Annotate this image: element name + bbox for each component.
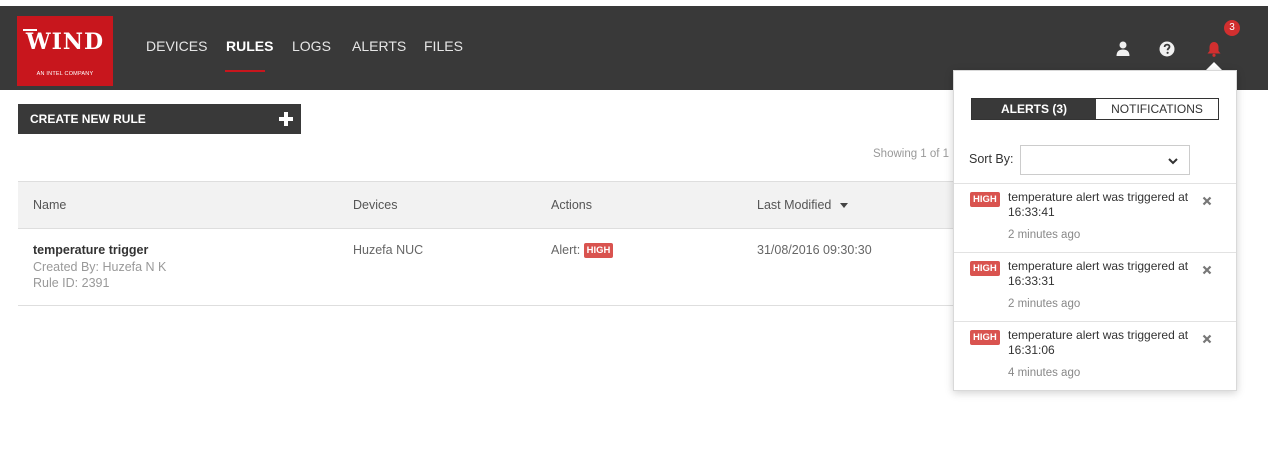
severity-badge: HIGH [970, 330, 1000, 345]
alerts-popover: ALERTS (3) NOTIFICATIONS Sort By: HIGH t… [953, 70, 1237, 391]
rule-id: Rule ID: 2391 [33, 276, 110, 290]
logo-subtitle: AN INTEL COMPANY [36, 71, 94, 77]
nav-logs[interactable]: LOGS [292, 38, 331, 54]
alert-message: temperature alert was triggered at 16:33… [1008, 259, 1189, 288]
wind-logo[interactable]: WIND AN INTEL COMPANY [17, 16, 113, 86]
nav-alerts[interactable]: ALERTS [352, 38, 406, 54]
close-icon[interactable] [1202, 196, 1212, 206]
severity-badge: HIGH [583, 243, 614, 259]
close-icon[interactable] [1202, 265, 1212, 275]
nav-rules[interactable]: RULES [225, 38, 274, 72]
sort-desc-icon[interactable] [840, 203, 849, 209]
column-header-devices[interactable]: Devices [353, 198, 397, 212]
alert-time: 2 minutes ago [1008, 229, 1081, 241]
popover-tabs: ALERTS (3) NOTIFICATIONS [971, 98, 1219, 120]
plus-icon [279, 112, 293, 126]
alert-item[interactable]: HIGH temperature alert was triggered at … [954, 183, 1236, 252]
rule-action-label: Alert: [551, 243, 581, 257]
column-header-name[interactable]: Name [33, 198, 66, 212]
close-icon[interactable] [1202, 334, 1212, 344]
notification-count-badge: 3 [1224, 20, 1240, 36]
rule-last-modified: 31/08/2016 09:30:30 [757, 243, 872, 257]
rule-name[interactable]: temperature trigger [33, 243, 148, 257]
nav-files[interactable]: FILES [424, 38, 463, 54]
sort-by-select[interactable] [1020, 145, 1190, 175]
pagination-summary: Showing 1 of 1 [873, 148, 950, 160]
create-new-rule-button[interactable]: CREATE NEW RULE [18, 104, 301, 134]
bell-icon[interactable] [1205, 40, 1223, 58]
nav-devices[interactable]: DEVICES [146, 38, 207, 54]
alert-item[interactable]: HIGH temperature alert was triggered at … [954, 321, 1236, 390]
logo-wordmark: WIND [25, 29, 105, 55]
tab-alerts[interactable]: ALERTS (3) [972, 99, 1096, 119]
rule-created-by: Created By: Huzefa N K [33, 260, 167, 274]
column-header-actions[interactable]: Actions [551, 198, 592, 212]
table-row[interactable]: temperature trigger Created By: Huzefa N… [18, 229, 958, 306]
create-rule-label: CREATE NEW RULE [30, 112, 146, 126]
rule-action: Alert: HIGH [551, 243, 614, 259]
column-header-last-modified[interactable]: Last Modified [757, 198, 849, 212]
chevron-down-icon [1168, 158, 1178, 165]
severity-badge: HIGH [970, 192, 1000, 207]
sort-by-label: Sort By: [969, 152, 1014, 166]
rule-devices: Huzefa NUC [353, 243, 424, 257]
alert-message: temperature alert was triggered at 16:33… [1008, 190, 1189, 219]
help-icon[interactable] [1158, 40, 1176, 58]
severity-badge: HIGH [970, 261, 1000, 276]
last-modified-label: Last Modified [757, 198, 832, 212]
alert-time: 4 minutes ago [1008, 367, 1081, 379]
user-icon[interactable] [1114, 40, 1132, 58]
rules-table-header: Name Devices Actions Last Modified [18, 181, 958, 229]
active-nav-indicator [225, 70, 265, 72]
tab-notifications[interactable]: NOTIFICATIONS [1096, 99, 1218, 119]
alert-message: temperature alert was triggered at 16:31… [1008, 328, 1189, 357]
nav-rules-label: RULES [226, 38, 274, 54]
alert-item[interactable]: HIGH temperature alert was triggered at … [954, 252, 1236, 321]
alert-time: 2 minutes ago [1008, 298, 1081, 310]
